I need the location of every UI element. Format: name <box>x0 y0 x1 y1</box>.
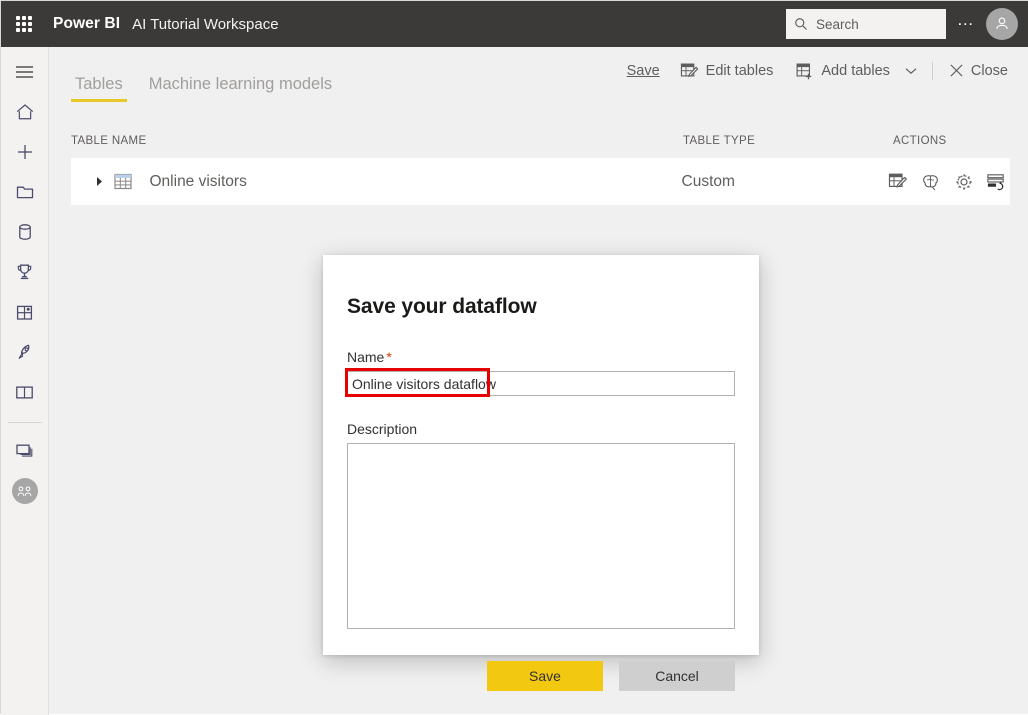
power-bi-dataflow-editor: Power BI AI Tutorial Workspace … <box>0 0 1028 715</box>
add-table-icon <box>796 63 812 79</box>
ai-brain-icon <box>923 174 939 190</box>
left-navigation-rail <box>1 47 49 715</box>
sidebar-item-home[interactable] <box>1 92 49 132</box>
avatar-person-glyph <box>996 17 1008 30</box>
dataflow-name-input[interactable] <box>347 371 735 396</box>
table-type-cell: Custom <box>681 172 735 190</box>
name-field-label: Name * <box>347 349 735 365</box>
rail-divider <box>7 422 42 423</box>
waffle-dot <box>22 28 26 32</box>
name-field-row <box>345 368 735 397</box>
waffle-dot <box>16 16 20 20</box>
sidebar-item-workspaces[interactable] <box>1 431 49 471</box>
table-settings-action-button[interactable] <box>951 169 977 195</box>
save-dataflow-dialog: Save your dataflow Name* Description Sav… <box>323 255 759 691</box>
table-name-cell: Online visitors <box>149 172 247 190</box>
add-tables-label: Add tables <box>821 62 890 79</box>
command-separator <box>931 61 933 80</box>
apps-grid-icon <box>16 305 33 320</box>
waffle-dot <box>22 16 26 20</box>
required-asterisk: * <box>386 349 392 365</box>
add-tables-dropdown-button[interactable] <box>898 59 924 83</box>
edit-table-icon <box>888 173 907 188</box>
table-row[interactable]: Online visitors Custom <box>71 158 1010 205</box>
dataflow-description-textarea[interactable] <box>347 443 735 629</box>
hamburger-menu-icon <box>16 66 33 78</box>
dialog-button-row: Save Cancel <box>347 661 735 691</box>
waffle-dot <box>28 16 32 20</box>
top-navigation-bar: Power BI AI Tutorial Workspace … <box>1 1 1028 47</box>
database-icon <box>18 224 31 240</box>
edit-table-icon <box>680 63 698 77</box>
dialog-title: Save your dataflow <box>347 295 537 318</box>
command-bar-actions: Save Edit tables Add tables Close <box>619 47 1028 102</box>
search-icon <box>795 18 807 30</box>
close-x-icon <box>950 64 963 77</box>
sidebar-item-create[interactable] <box>1 132 49 172</box>
search-box[interactable] <box>786 9 946 39</box>
incremental-refresh-action-button[interactable] <box>984 169 1010 195</box>
folder-icon <box>16 186 33 199</box>
sidebar-item-apps[interactable] <box>1 292 49 332</box>
more-options-icon[interactable]: … <box>946 1 986 47</box>
expand-row-button[interactable] <box>87 176 112 187</box>
home-icon <box>16 104 33 120</box>
incremental-refresh-icon <box>987 174 1005 191</box>
add-tables-button[interactable]: Add tables <box>787 58 898 84</box>
waffle-dot <box>22 22 26 26</box>
user-avatar-icon[interactable] <box>986 8 1018 40</box>
plus-icon <box>17 145 32 159</box>
row-actions <box>885 169 1010 195</box>
sidebar-item-current-workspace[interactable] <box>1 471 49 511</box>
edit-tables-button[interactable]: Edit tables <box>672 58 782 84</box>
tables-list-header: TABLE NAME TABLE TYPE ACTIONS <box>71 124 1010 158</box>
group-people-glyph <box>17 485 32 496</box>
waffle-dot <box>28 22 32 26</box>
tab-machine-learning-models[interactable]: Machine learning models <box>145 75 336 102</box>
name-label-text: Name <box>347 349 385 365</box>
sidebar-item-metrics[interactable] <box>1 252 49 292</box>
save-button[interactable]: Save <box>619 59 666 83</box>
sidebar-item-datahub[interactable] <box>1 212 49 252</box>
edit-table-action-button[interactable] <box>885 169 911 195</box>
chevron-right-icon <box>97 177 103 186</box>
close-button[interactable]: Close <box>941 59 1016 83</box>
rocket-icon <box>18 344 29 359</box>
workspace-title: AI Tutorial Workspace <box>132 15 279 33</box>
dialog-save-button[interactable]: Save <box>487 661 603 691</box>
gear-icon <box>956 173 972 190</box>
workspace-avatar-icon <box>11 478 38 504</box>
table-grid-glyph <box>114 173 132 190</box>
book-icon <box>16 385 33 399</box>
tables-list: TABLE NAME TABLE TYPE ACTIONS Online vis… <box>71 124 1010 205</box>
search-input[interactable] <box>816 16 926 32</box>
column-header-table-name: TABLE NAME <box>71 135 147 147</box>
app-launcher-icon[interactable] <box>1 1 47 47</box>
waffle-dot <box>16 28 20 32</box>
workspaces-icon <box>15 444 32 457</box>
tab-list: Tables Machine learning models <box>71 47 336 102</box>
waffle-dot <box>28 28 32 32</box>
sidebar-item-navigation-toggle[interactable] <box>1 52 49 92</box>
apply-ml-model-action-button[interactable] <box>918 169 944 195</box>
tab-tables[interactable]: Tables <box>71 75 127 102</box>
chevron-down-icon <box>905 67 917 74</box>
edit-tables-label: Edit tables <box>705 62 774 79</box>
powerbi-brand-label[interactable]: Power BI <box>53 15 120 33</box>
dialog-cancel-button[interactable]: Cancel <box>619 661 735 691</box>
close-label: Close <box>970 62 1008 79</box>
sidebar-item-learn[interactable] <box>1 372 49 412</box>
sidebar-item-deployment-pipelines[interactable] <box>1 332 49 372</box>
waffle-dot <box>16 22 20 26</box>
top-bar-right-group: … <box>786 1 1028 47</box>
sidebar-item-browse[interactable] <box>1 172 49 212</box>
column-header-table-type: TABLE TYPE <box>683 135 756 147</box>
description-field-label: Description <box>347 421 418 437</box>
app-launcher-grid <box>16 16 32 32</box>
table-grid-icon <box>112 173 133 190</box>
trophy-icon <box>17 264 32 280</box>
command-bar: Tables Machine learning models Save Edit… <box>49 47 1028 102</box>
column-header-actions: ACTIONS <box>893 135 947 147</box>
